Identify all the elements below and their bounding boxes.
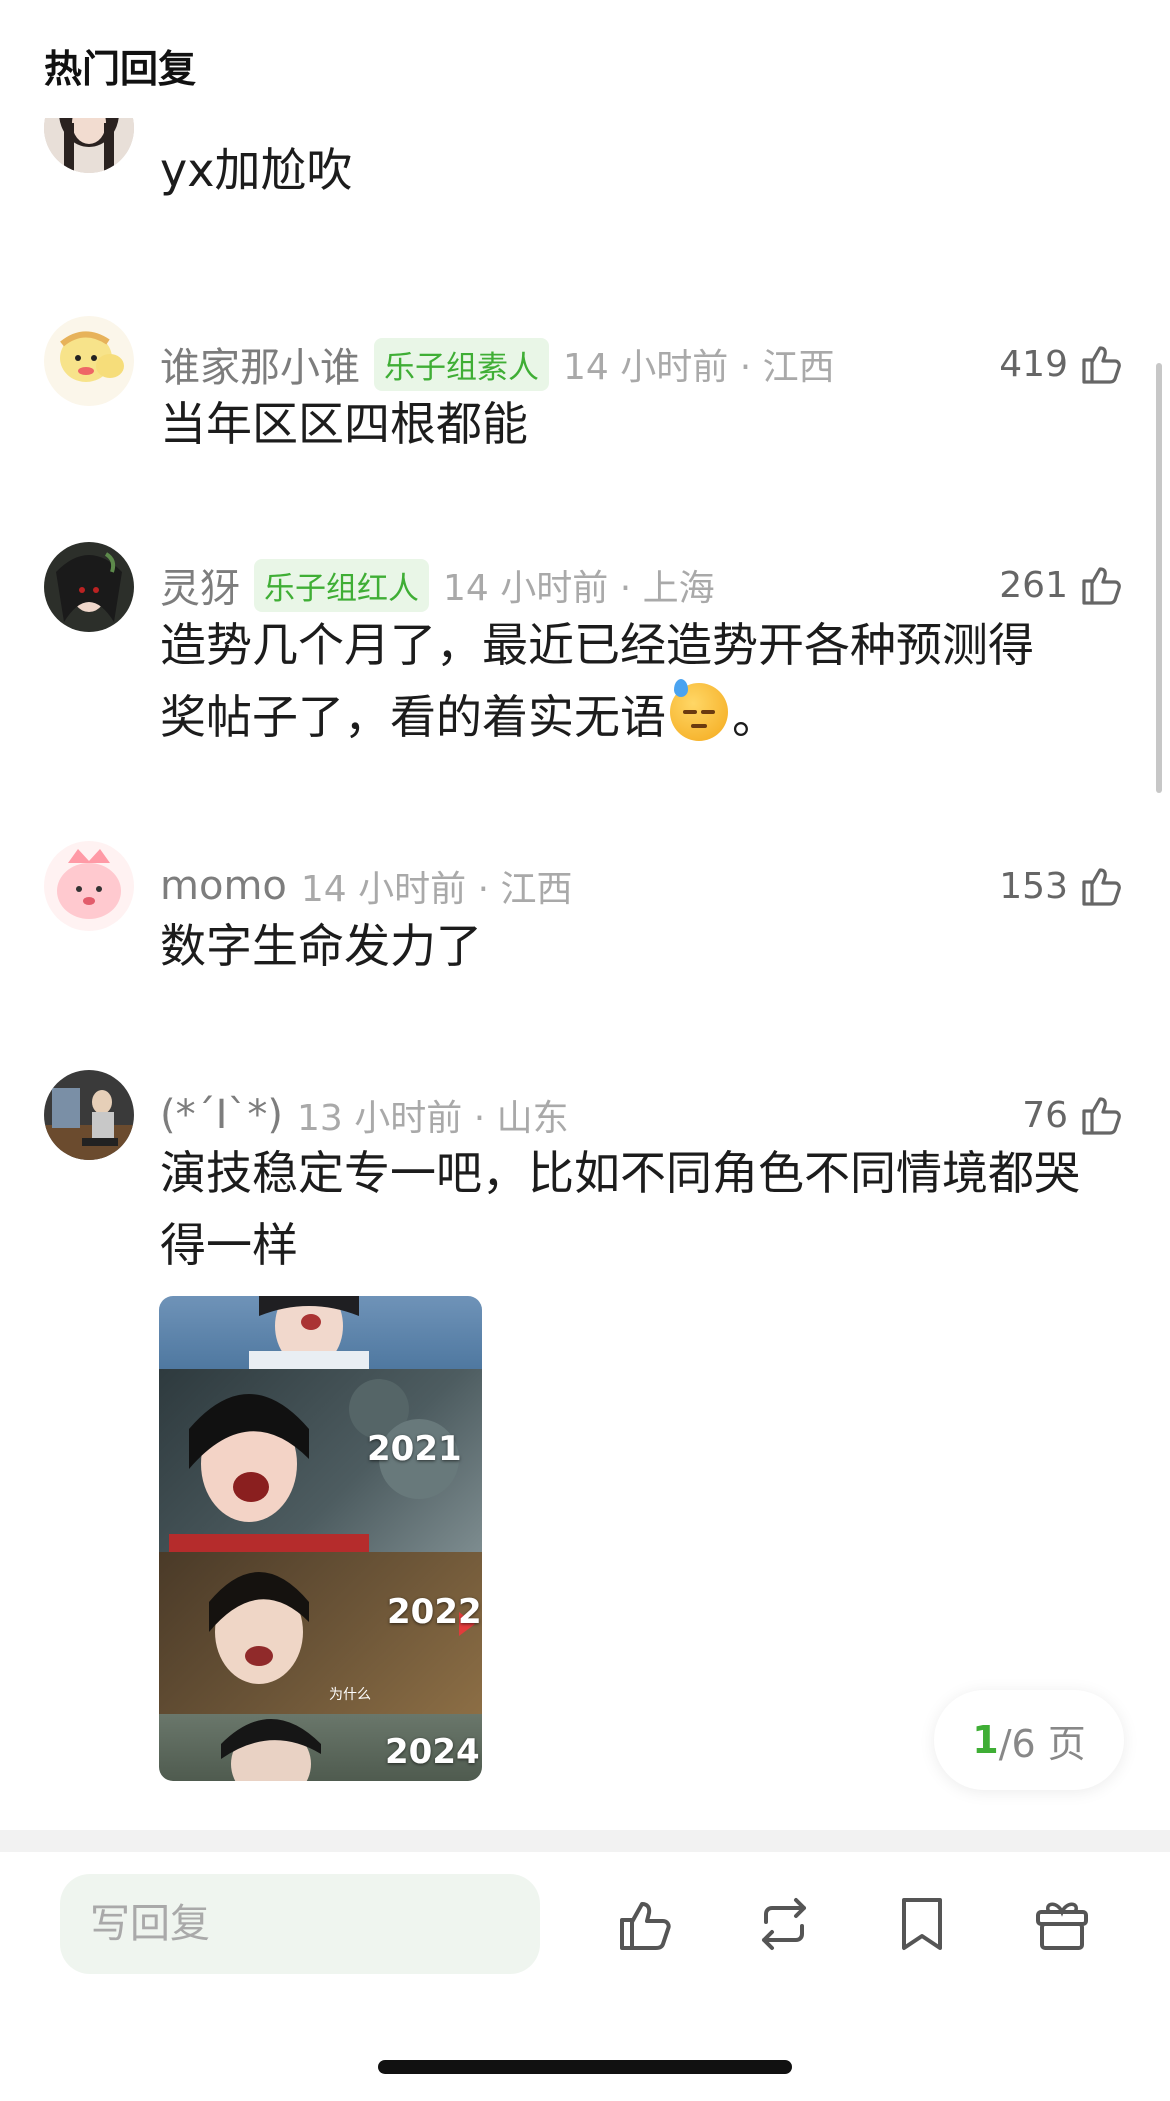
like-count: 153 (999, 865, 1068, 907)
avatar[interactable] (44, 1070, 134, 1160)
comment-text-line: 奖帖子了，看的着实无语 。 (160, 679, 1100, 753)
page-title: 热门回复 (44, 47, 197, 91)
image-panel: 2022 为什么 (159, 1552, 482, 1714)
image-caption: 2021 (367, 1429, 462, 1469)
comment-list[interactable]: yx加尬吹 谁家那小谁 乐子组素人 14 小时前 · 江西 419 当年区区四根… (0, 118, 1170, 1830)
comment-text: yx加尬吹 (160, 143, 353, 197)
image-panel: 2021 (159, 1369, 482, 1552)
sweat-emoji-icon (670, 679, 728, 741)
comment-text: 演技稳定专一吧，比如不同角色不同情境都哭得一样 (160, 1146, 1080, 1272)
thumb-up-icon[interactable] (614, 1892, 678, 1956)
timestamp: 14 小时前 · 上海 (443, 568, 715, 609)
page: 热门回复 yx加尬吹 谁家那小谁 乐子组素人 14 小时前 · 江西 419 当… (0, 0, 1170, 2101)
avatar[interactable] (44, 316, 134, 406)
comment-meta: 谁家那小谁 乐子组素人 14 小时前 · 江西 (160, 336, 835, 392)
comment-text: 数字生命发力了 (160, 919, 482, 973)
like-button[interactable]: 419 (999, 336, 1126, 392)
like-button[interactable]: 153 (999, 858, 1126, 914)
thumb-up-icon (1082, 1097, 1121, 1135)
image-panel: 2024 (159, 1714, 482, 1781)
comment-text: 当年区区四根都能 (160, 397, 528, 451)
user-badge: 乐子组红人 (254, 558, 429, 612)
avatar[interactable] (44, 118, 134, 173)
reply-input[interactable] (60, 1874, 540, 1974)
timestamp: 14 小时前 · 江西 (300, 869, 573, 910)
username[interactable]: 灵犽 (160, 556, 240, 614)
comment-text-part: 奖帖子了，看的着实无语 (160, 690, 666, 744)
divider (0, 1830, 1170, 1852)
comment-text-line: 造势几个月了，最近已经造势开各种预测得 (160, 618, 1034, 672)
current-page: 1 (972, 1718, 999, 1762)
user-badge: 乐子组素人 (374, 337, 549, 391)
home-indicator[interactable] (378, 2060, 792, 2074)
image-subtitle: 为什么 (329, 1687, 371, 1703)
total-pages: /6 页 (998, 1721, 1086, 1766)
thumb-up-icon (1082, 868, 1121, 906)
bookmark-icon[interactable] (890, 1892, 954, 1956)
timestamp: 14 小时前 · 江西 (563, 347, 835, 388)
gift-icon[interactable] (1030, 1892, 1094, 1956)
image-panel (159, 1296, 482, 1369)
username[interactable]: 谁家那小谁 (160, 335, 360, 393)
avatar[interactable] (44, 542, 134, 632)
image-caption: 2024 (385, 1732, 480, 1772)
comment-meta: (*´I`*) 13 小时前 · 山东 (160, 1087, 569, 1143)
thumb-up-icon (1082, 567, 1121, 605)
comment-image[interactable]: 2021 2022 为什么 2024 (159, 1296, 482, 1781)
avatar[interactable] (44, 841, 134, 931)
comment-meta: 灵犽 乐子组红人 14 小时前 · 上海 (160, 557, 715, 613)
username[interactable]: (*´I`*) (160, 1092, 283, 1138)
image-caption: 2022 (387, 1592, 482, 1632)
comment-text: 造势几个月了，最近已经造势开各种预测得 奖帖子了，看的着实无语 。 (160, 609, 1100, 753)
like-count: 261 (999, 564, 1068, 606)
bottom-action-bar (0, 1852, 1170, 2101)
thumb-up-icon (1082, 346, 1121, 384)
comment-text-part: 。 (732, 690, 778, 744)
username[interactable]: momo (160, 863, 287, 909)
like-count: 419 (999, 343, 1068, 385)
repost-icon[interactable] (752, 1892, 816, 1956)
page-indicator[interactable]: 1/6 页 (934, 1690, 1124, 1790)
header: 热门回复 (0, 0, 1170, 118)
like-button[interactable]: 76 (1022, 1087, 1126, 1143)
timestamp: 13 小时前 · 山东 (297, 1098, 569, 1139)
comment-meta: momo 14 小时前 · 江西 (160, 858, 572, 914)
scrollbar[interactable] (1156, 363, 1162, 793)
like-count: 76 (1022, 1094, 1068, 1136)
like-button[interactable]: 261 (999, 557, 1126, 613)
